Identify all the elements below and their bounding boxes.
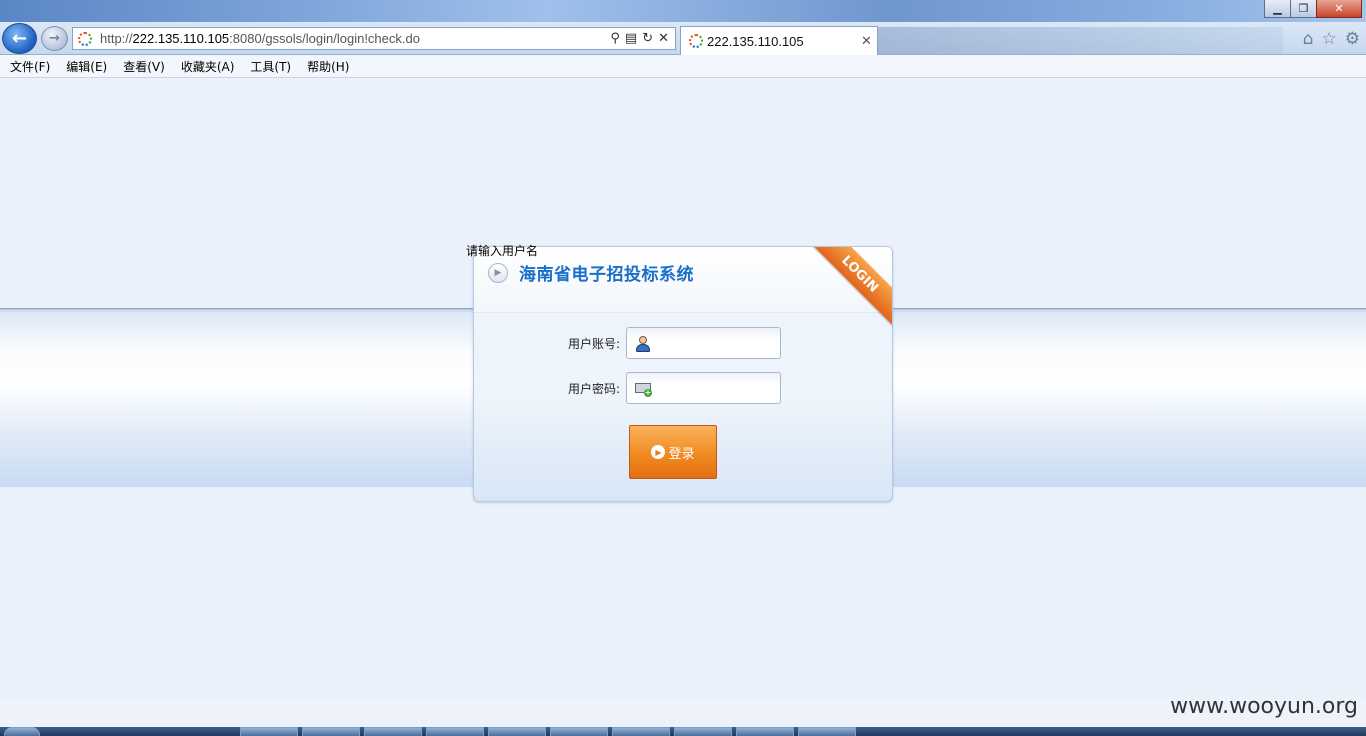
login-ribbon: LOGIN (804, 247, 892, 330)
browser-navbar: ← → http://222.135.110.105:8080/gssols/l… (0, 22, 1366, 55)
taskbar-item[interactable] (612, 727, 670, 736)
watermark: www.wooyun.org (1170, 694, 1358, 719)
username-label: 用户账号: (567, 336, 620, 351)
login-button-label: 登录 (668, 446, 695, 462)
tab-title: 222.135.110.105 (707, 33, 804, 49)
taskbar (0, 727, 1366, 736)
home-icon[interactable]: ⌂ (1303, 29, 1314, 49)
password-row: 用户密码: + (474, 372, 781, 404)
window-controls: ▁ ❐ ✕ (1264, 0, 1362, 18)
taskbar-item[interactable] (550, 727, 608, 736)
taskbar-item[interactable] (798, 727, 856, 736)
username-row: 用户账号: (474, 327, 781, 359)
taskbar-item[interactable] (488, 727, 546, 736)
window-titlebar: ▁ ❐ ✕ (0, 0, 1366, 22)
taskbar-item[interactable] (426, 727, 484, 736)
password-label: 用户密码: (567, 381, 620, 396)
tab-active[interactable]: 222.135.110.105 ✕ (680, 26, 878, 55)
start-button[interactable] (4, 727, 40, 736)
play-icon: ▶ (651, 445, 666, 459)
taskbar-item[interactable] (736, 727, 794, 736)
browser-toolbar-icons: ⌂ ☆ ⚙ (1303, 29, 1360, 49)
address-bar[interactable]: http://222.135.110.105:8080/gssols/login… (72, 27, 676, 50)
password-input[interactable]: + (626, 372, 781, 404)
keyboard-icon: + (635, 381, 652, 397)
forward-button[interactable]: → (41, 26, 68, 51)
taskbar-item[interactable] (302, 727, 360, 736)
close-window-button[interactable]: ✕ (1316, 0, 1362, 18)
taskbar-item[interactable] (364, 727, 422, 736)
stop-icon[interactable]: ✕ (658, 31, 669, 46)
menu-favorites[interactable]: 收藏夹(A) (181, 58, 235, 75)
user-icon (635, 336, 651, 352)
system-title: 海南省电子招投标系统 (519, 265, 694, 285)
menu-tools[interactable]: 工具(T) (250, 58, 291, 75)
tab-close-icon[interactable]: ✕ (861, 34, 877, 49)
url-text[interactable]: http://222.135.110.105:8080/gssols/login… (100, 31, 610, 46)
play-arrow-icon: ▶ (488, 263, 508, 283)
favorites-star-icon[interactable]: ☆ (1322, 29, 1337, 49)
username-input[interactable] (626, 327, 781, 359)
restore-button[interactable]: ❐ (1290, 0, 1317, 18)
address-tools: ⚲ ▤ ↻ ✕ (610, 31, 675, 46)
menu-help[interactable]: 帮助(H) (307, 58, 349, 75)
arrow-left-icon: ← (11, 28, 28, 49)
taskbar-item[interactable] (240, 727, 298, 736)
minimize-button[interactable]: ▁ (1264, 0, 1291, 18)
background-tabs (878, 27, 1283, 54)
page-content: ▶ 海南省电子招投标系统 LOGIN 用户账号: 用户密码: + ▶ 登录 请输… (0, 79, 1366, 699)
compat-view-icon[interactable]: ▤ (625, 31, 637, 46)
menu-file[interactable]: 文件(F) (10, 58, 50, 75)
site-favicon-icon (78, 31, 92, 46)
login-panel: ▶ 海南省电子招投标系统 LOGIN 用户账号: 用户密码: + ▶ 登录 (473, 246, 893, 502)
search-icon[interactable]: ⚲ (610, 31, 620, 46)
menu-edit[interactable]: 编辑(E) (66, 58, 107, 75)
username-hint: 请输入用户名 (466, 244, 539, 258)
back-button[interactable]: ← (2, 23, 37, 54)
refresh-icon[interactable]: ↻ (642, 31, 653, 46)
gear-icon[interactable]: ⚙ (1345, 29, 1360, 49)
arrow-right-icon: → (49, 31, 60, 46)
menu-view[interactable]: 查看(V) (123, 58, 165, 75)
tab-favicon-icon (689, 34, 703, 48)
taskbar-item[interactable] (674, 727, 732, 736)
menu-bar: 文件(F) 编辑(E) 查看(V) 收藏夹(A) 工具(T) 帮助(H) (0, 55, 1366, 78)
login-button[interactable]: ▶ 登录 (629, 425, 717, 479)
